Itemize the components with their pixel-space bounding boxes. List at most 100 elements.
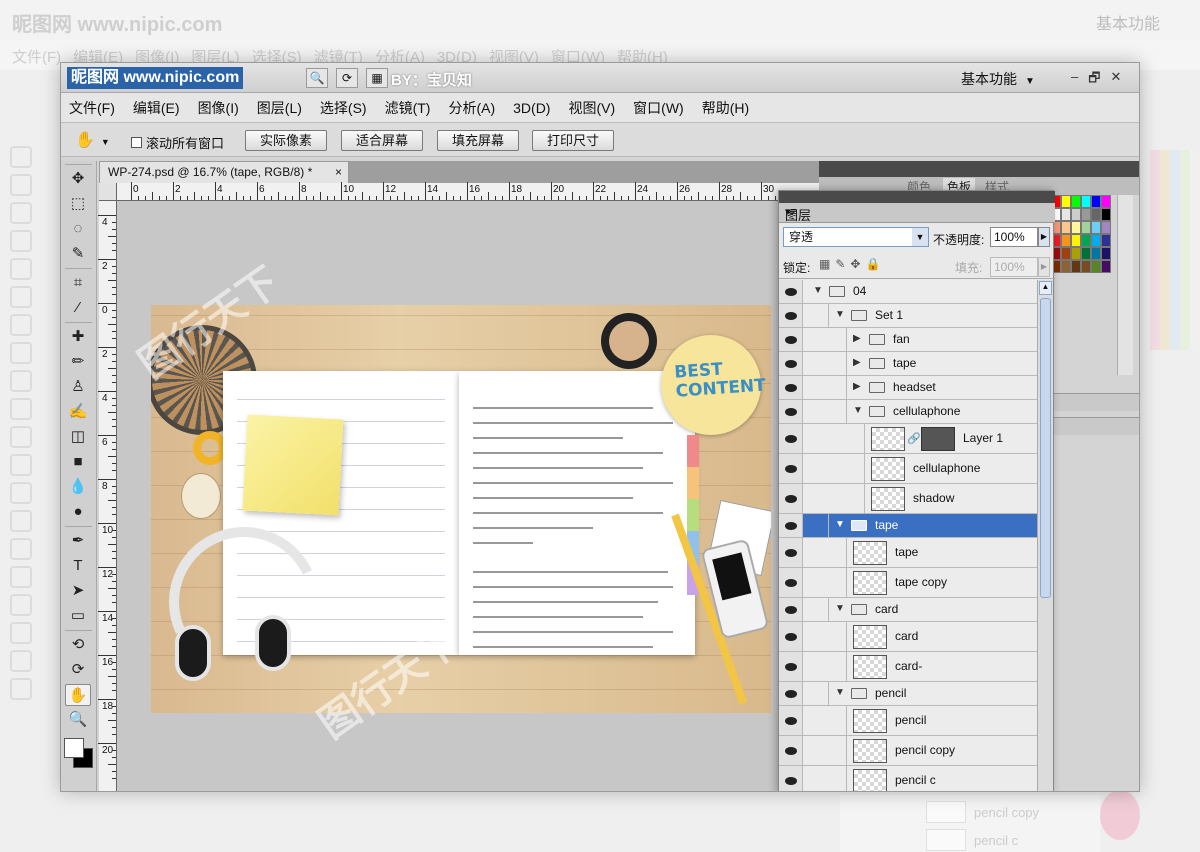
layer-row[interactable]: pencil c bbox=[779, 766, 1037, 791]
color-swatch[interactable] bbox=[1061, 234, 1071, 247]
zoom-icon[interactable]: 🔍 bbox=[306, 68, 328, 88]
menu-item[interactable]: 3D(D) bbox=[513, 100, 550, 116]
color-swatch[interactable] bbox=[1071, 247, 1081, 260]
blur-icon[interactable]: 💧 bbox=[65, 476, 91, 498]
layer-row[interactable]: card bbox=[779, 622, 1037, 652]
color-swatch[interactable] bbox=[1081, 195, 1091, 208]
artwork-canvas[interactable]: BEST CONTENT bbox=[151, 305, 771, 713]
lock-position-icon[interactable]: ✥ bbox=[850, 257, 860, 271]
crop-icon[interactable]: ⌗ bbox=[65, 272, 91, 294]
eye-icon[interactable] bbox=[779, 682, 803, 705]
fill-screen-button[interactable]: 填充屏幕 bbox=[437, 130, 519, 151]
color-swatch[interactable] bbox=[1061, 221, 1071, 234]
triangle-down-icon[interactable]: ▼ bbox=[813, 285, 823, 296]
triangle-right-icon[interactable]: ▶ bbox=[853, 357, 861, 368]
restore-button[interactable]: 🗗 bbox=[1088, 69, 1100, 91]
3d-orbit-icon[interactable]: ⟳ bbox=[65, 659, 91, 681]
eye-icon[interactable] bbox=[779, 352, 803, 375]
layer-group-row[interactable]: ▶ tape bbox=[779, 352, 1037, 376]
eye-icon[interactable] bbox=[779, 454, 803, 483]
eye-icon[interactable] bbox=[779, 538, 803, 567]
layers-scrollbar[interactable]: ▲ bbox=[1037, 280, 1053, 791]
color-swatch[interactable] bbox=[1101, 247, 1111, 260]
layers-panel-grip[interactable] bbox=[779, 191, 1055, 203]
layer-row[interactable]: pencil copy bbox=[779, 736, 1037, 766]
fit-screen-button[interactable]: 适合屏幕 bbox=[341, 130, 423, 151]
color-swatch[interactable] bbox=[1101, 208, 1111, 221]
eye-icon[interactable] bbox=[779, 622, 803, 651]
print-size-button[interactable]: 打印尺寸 bbox=[532, 130, 614, 151]
menu-item[interactable]: 窗口(W) bbox=[633, 98, 684, 118]
color-swatch[interactable] bbox=[1061, 260, 1071, 273]
eye-icon[interactable] bbox=[779, 304, 803, 327]
blend-mode-select[interactable]: 穿透 ▼ bbox=[783, 227, 929, 247]
triangle-right-icon[interactable]: ▶ bbox=[853, 381, 861, 392]
layer-mask-thumbnail[interactable] bbox=[921, 426, 955, 451]
color-swatch[interactable] bbox=[1071, 195, 1081, 208]
close-icon[interactable]: × bbox=[335, 162, 342, 183]
layer-row[interactable]: shadow bbox=[779, 484, 1037, 514]
layer-row[interactable]: cellulaphone bbox=[779, 454, 1037, 484]
triangle-down-icon[interactable]: ▼ bbox=[853, 405, 863, 416]
dodge-icon[interactable]: ● bbox=[65, 501, 91, 523]
eye-icon[interactable] bbox=[779, 424, 803, 453]
eye-icon[interactable] bbox=[779, 736, 803, 765]
layer-group-row[interactable]: ▼ Set 1 bbox=[779, 304, 1037, 328]
color-swatch[interactable] bbox=[1061, 195, 1071, 208]
color-swatch[interactable] bbox=[1081, 234, 1091, 247]
fill-slider-toggle[interactable]: ▶ bbox=[1038, 257, 1050, 277]
minimize-button[interactable]: – bbox=[1071, 69, 1078, 91]
menu-item[interactable]: 图层(L) bbox=[257, 98, 302, 118]
canvas-pasteboard[interactable]: BEST CONTENT 图行天下 图行天下 bbox=[117, 201, 819, 791]
document-tab[interactable]: WP-274.psd @ 16.7% (tape, RGB/8) * × bbox=[99, 161, 349, 183]
color-swatch[interactable] bbox=[1081, 208, 1091, 221]
ruler-origin[interactable] bbox=[99, 183, 117, 201]
layer-group-row[interactable]: ▶ headset bbox=[779, 376, 1037, 400]
path-select-icon[interactable]: ➤ bbox=[65, 580, 91, 602]
triangle-right-icon[interactable]: ▶ bbox=[853, 333, 861, 344]
type-icon[interactable]: T bbox=[65, 555, 91, 577]
brush-icon[interactable]: ✏ bbox=[65, 351, 91, 373]
scrollbar-thumb[interactable] bbox=[1040, 298, 1051, 598]
tool-preset-picker[interactable]: ✋ ▼ bbox=[75, 130, 110, 150]
color-swatch[interactable] bbox=[1081, 260, 1091, 273]
lock-transparent-icon[interactable]: ▦ bbox=[819, 257, 830, 271]
opacity-slider-toggle[interactable]: ▶ bbox=[1038, 227, 1050, 247]
eye-icon[interactable] bbox=[779, 598, 803, 621]
eye-icon[interactable] bbox=[779, 376, 803, 399]
triangle-down-icon[interactable]: ▼ bbox=[835, 687, 845, 698]
color-swatch[interactable] bbox=[1091, 247, 1101, 260]
color-swatch[interactable] bbox=[1071, 221, 1081, 234]
healing-icon[interactable]: ✚ bbox=[65, 326, 91, 348]
actual-pixels-button[interactable]: 实际像素 bbox=[245, 130, 327, 151]
color-swatch[interactable] bbox=[1061, 208, 1071, 221]
layer-group-row[interactable]: ▼ pencil bbox=[779, 682, 1037, 706]
move-icon[interactable]: ✥ bbox=[65, 168, 91, 190]
layer-row[interactable]: pencil bbox=[779, 706, 1037, 736]
eyedropper-icon[interactable]: ⁄ bbox=[65, 297, 91, 319]
color-swatch[interactable] bbox=[1101, 221, 1111, 234]
lock-all-icon[interactable]: 🔒 bbox=[865, 257, 880, 271]
color-swatch[interactable] bbox=[1071, 208, 1081, 221]
color-swatch[interactable] bbox=[1081, 247, 1091, 260]
menu-item[interactable]: 视图(V) bbox=[568, 98, 615, 118]
eye-icon[interactable] bbox=[779, 766, 803, 791]
scroll-up-icon[interactable]: ▲ bbox=[1039, 281, 1052, 295]
collapsed-panel-strip[interactable] bbox=[1053, 417, 1139, 435]
marquee-icon[interactable]: ⬚ bbox=[65, 193, 91, 215]
color-swatch[interactable] bbox=[1081, 221, 1091, 234]
horizontal-ruler[interactable]: 0 2 4 6 8 10 12 14 16 18 20 22 24 26 28 30 bbox=[117, 182, 819, 201]
hand-icon[interactable]: ✋ bbox=[65, 684, 91, 706]
close-button[interactable]: ✕ bbox=[1110, 69, 1121, 91]
color-swatch[interactable] bbox=[1101, 260, 1111, 273]
eye-icon[interactable] bbox=[779, 400, 803, 423]
triangle-down-icon[interactable]: ▼ bbox=[835, 309, 845, 320]
3d-rotate-icon[interactable]: ⟲ bbox=[65, 634, 91, 656]
triangle-down-icon[interactable]: ▼ bbox=[835, 603, 845, 614]
color-swatch[interactable] bbox=[1061, 247, 1071, 260]
gradient-icon[interactable]: ■ bbox=[65, 451, 91, 473]
panel-menu-icon[interactable]: ▾≡ bbox=[785, 205, 1049, 218]
clone-stamp-icon[interactable]: ♙ bbox=[65, 376, 91, 398]
eye-icon[interactable] bbox=[779, 280, 803, 303]
layer-row[interactable]: 🔗 Layer 1 bbox=[779, 424, 1037, 454]
